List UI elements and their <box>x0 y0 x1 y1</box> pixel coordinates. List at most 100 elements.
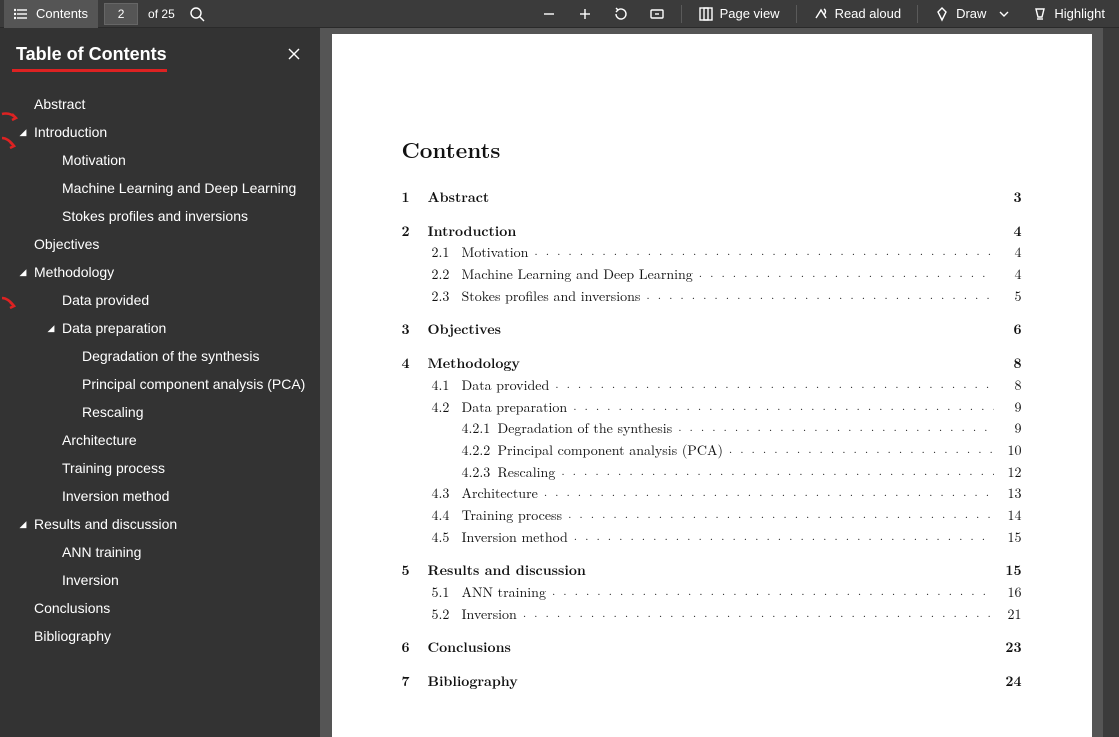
doc-toc-line[interactable]: 2.3Stokes profiles and inversions5 <box>402 286 1022 308</box>
collapse-caret-icon[interactable]: ◢ <box>46 323 56 334</box>
toc-entry-page: 16 <box>1000 582 1022 604</box>
zoom-out-button[interactable] <box>531 0 567 28</box>
page-heading: Contents <box>402 134 1022 165</box>
sidebar-toc-item[interactable]: Degradation of the synthesis <box>8 342 312 370</box>
doc-toc-line[interactable]: 1Abstract3 <box>402 187 1022 209</box>
toc-leader-dots <box>573 395 993 417</box>
toc-entry-number: 4.5 <box>428 527 462 549</box>
toc-entry-title: Principal component analysis (PCA) <box>498 440 723 462</box>
find-button[interactable] <box>183 0 211 28</box>
sidebar-toc-item[interactable]: Machine Learning and Deep Learning <box>8 174 312 202</box>
page-view-label: Page view <box>720 6 780 21</box>
chevron-down-icon <box>996 6 1012 22</box>
sidebar-toc-label: Conclusions <box>34 600 110 616</box>
doc-toc-line[interactable]: 4.2.1Degradation of the synthesis9 <box>402 418 1022 440</box>
toc-entry-number: 5.1 <box>428 582 462 604</box>
sidebar-toc-item[interactable]: Architecture <box>8 426 312 454</box>
contents-toggle-button[interactable]: Contents <box>4 0 98 28</box>
pdf-page: Contents 1Abstract32Introduction42.1Moti… <box>332 34 1092 737</box>
sidebar-toc-item[interactable]: Data provided <box>8 286 312 314</box>
annotation-arrow <box>0 136 18 150</box>
doc-toc-line[interactable]: 2.1Motivation4 <box>402 242 1022 264</box>
doc-toc-line[interactable]: 5.2Inversion21 <box>402 604 1022 626</box>
toc-entry-number: 4.2.1 <box>454 418 498 440</box>
page-number-input[interactable]: 2 <box>104 3 138 25</box>
sidebar-toc-item[interactable]: Inversion method <box>8 482 312 510</box>
sidebar-toc-item[interactable]: Conclusions <box>8 594 312 622</box>
draw-button[interactable]: Draw <box>924 0 1022 28</box>
sidebar-toc-item[interactable]: ◢Introduction <box>8 118 312 146</box>
highlight-label: Highlight <box>1054 6 1105 21</box>
toc-leader-dots <box>552 580 994 602</box>
toc-entry-number: 2 <box>402 221 428 243</box>
sidebar-toc-item[interactable]: Abstract <box>8 90 312 118</box>
doc-toc-line[interactable]: 7Bibliography24 <box>402 671 1022 693</box>
search-icon <box>189 6 205 22</box>
toc-entry-number: 5.2 <box>428 604 462 626</box>
toc-entry-title: Introduction <box>428 221 517 243</box>
zoom-in-button[interactable] <box>567 0 603 28</box>
sidebar-toc-item[interactable]: Objectives <box>8 230 312 258</box>
close-toc-button[interactable] <box>286 46 302 62</box>
toc-list: Abstract◢IntroductionMotivation Machine L… <box>8 90 312 650</box>
doc-toc-line[interactable]: 4.5Inversion method15 <box>402 527 1022 549</box>
sidebar-toc-item[interactable]: Bibliography <box>8 622 312 650</box>
toc-leader-dots <box>729 438 994 460</box>
fit-page-button[interactable] <box>639 0 675 28</box>
sidebar-toc-item[interactable]: Motivation <box>8 146 312 174</box>
sidebar-toc-item[interactable]: Training process <box>8 454 312 482</box>
sidebar-toc-label: Machine Learning and Deep Learning <box>62 180 296 196</box>
read-aloud-button[interactable]: Read aloud <box>803 0 912 28</box>
sidebar-toc-item[interactable]: ◢ Results and discussion <box>8 510 312 538</box>
sidebar-toc-item[interactable]: ◢Methodology <box>8 258 312 286</box>
toc-entry-number: 7 <box>402 671 428 693</box>
doc-toc-line[interactable]: 4Methodology8 <box>402 353 1022 375</box>
sidebar-toc-label: Bibliography <box>34 628 111 644</box>
minus-icon <box>541 6 557 22</box>
page-view-button[interactable]: Page view <box>688 0 790 28</box>
toc-entry-page: 4 <box>1000 264 1022 286</box>
toc-entry-number: 4.1 <box>428 375 462 397</box>
doc-toc-line[interactable]: 3Objectives6 <box>402 319 1022 341</box>
toc-entry-page: 9 <box>1000 397 1022 419</box>
collapse-caret-icon[interactable]: ◢ <box>18 127 28 138</box>
doc-toc-line[interactable]: 6Conclusions23 <box>402 637 1022 659</box>
collapse-caret-icon[interactable]: ◢ <box>18 519 28 530</box>
doc-toc-line[interactable]: 2Introduction4 <box>402 221 1022 243</box>
document-toc: 1Abstract32Introduction42.1Motivation42.… <box>402 187 1022 693</box>
doc-toc-line[interactable]: 4.4Training process14 <box>402 505 1022 527</box>
sidebar-toc-item[interactable]: Principal component analysis (PCA) <box>8 370 312 398</box>
collapse-caret-icon[interactable]: ◢ <box>18 267 28 278</box>
annotation-arrow <box>0 110 18 124</box>
toc-list-icon <box>14 6 30 22</box>
sidebar-toc-item[interactable]: ◢Data preparation <box>8 314 312 342</box>
doc-toc-line[interactable]: 4.2.2Principal component analysis (PCA)1… <box>402 440 1022 462</box>
toc-entry-title: Stokes profiles and inversions <box>462 286 641 308</box>
doc-toc-line[interactable]: 4.1Data provided8 <box>402 375 1022 397</box>
sidebar-toc-item[interactable]: Inversion <box>8 566 312 594</box>
doc-toc-line[interactable]: 5.1ANN training16 <box>402 582 1022 604</box>
toc-entry-page: 21 <box>1000 604 1022 626</box>
toc-leader-dots <box>699 262 994 284</box>
highlight-button[interactable]: Highlight <box>1022 0 1115 28</box>
sidebar-toc-item[interactable]: ANN training <box>8 538 312 566</box>
document-viewport[interactable]: Contents 1Abstract32Introduction42.1Moti… <box>320 28 1103 737</box>
doc-toc-line[interactable]: 4.2Data preparation9 <box>402 397 1022 419</box>
toc-entry-page: 4 <box>1000 242 1022 264</box>
toc-entry-number: 2.3 <box>428 286 462 308</box>
doc-toc-line[interactable]: 4.2.3Rescaling12 <box>402 462 1022 484</box>
doc-toc-line[interactable]: 5Results and discussion15 <box>402 560 1022 582</box>
doc-toc-line[interactable]: 4.3Architecture13 <box>402 483 1022 505</box>
draw-label: Draw <box>956 6 986 21</box>
rotate-button[interactable] <box>603 0 639 28</box>
vertical-scrollbar[interactable] <box>1103 28 1119 737</box>
sidebar-toc-item[interactable]: Rescaling <box>8 398 312 426</box>
sidebar-toc-label: Results and discussion <box>34 516 177 532</box>
doc-toc-line[interactable]: 2.2Machine Learning and Deep Learning4 <box>402 264 1022 286</box>
toc-leader-dots <box>678 416 993 438</box>
sidebar-toc-label: Data provided <box>62 292 149 308</box>
toc-entry-page: 13 <box>1000 483 1022 505</box>
sidebar-toc-item[interactable]: Stokes profiles and inversions <box>8 202 312 230</box>
toc-entry-title: Conclusions <box>428 637 511 659</box>
toc-leader-dots <box>646 284 993 306</box>
